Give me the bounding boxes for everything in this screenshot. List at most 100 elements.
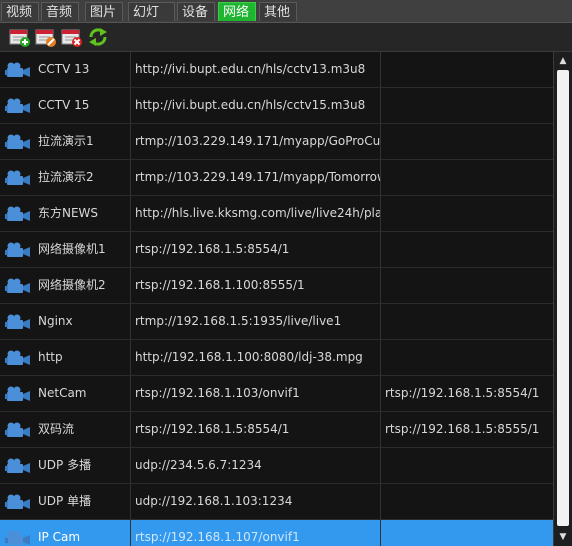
scroll-down-arrow-icon[interactable]: ▼ (556, 530, 570, 544)
tab-bar: 视频 音频 图片 幻灯片 设备 网络 其他 (0, 0, 572, 39)
stream-url: http://192.168.1.100:8080/ldj-38.mpg (130, 340, 380, 375)
table-row[interactable]: Nginx rtmp://192.168.1.5:1935/live/live1 (0, 304, 553, 340)
stream-url: rtsp://192.168.1.100:8555/1 (130, 268, 380, 303)
edit-stream-icon (35, 29, 56, 47)
add-stream-icon (9, 29, 30, 47)
camera-icon (5, 530, 30, 545)
table-row[interactable]: 网络摄像机2 rtsp://192.168.1.100:8555/1 (0, 268, 553, 304)
tab-video[interactable]: 视频 (1, 2, 39, 21)
stream-name: 网络摄像机2 (38, 278, 106, 292)
row-icon-cell (0, 160, 34, 195)
table-row[interactable]: 拉流演示2 rtmp://103.229.149.171/myapp/Tomorr… (0, 160, 553, 196)
table-row[interactable]: UDP 多播 udp://234.5.6.7:1234 (0, 448, 553, 484)
camera-icon (5, 494, 30, 509)
table-row[interactable]: 双码流 rtsp://192.168.1.5:8554/1 rtsp://192.1… (0, 412, 553, 448)
stream-url: rtmp://192.168.1.5:1935/live/live1 (130, 304, 380, 339)
stream-name: UDP 多播 (38, 458, 92, 472)
edit-stream-button[interactable] (35, 27, 57, 47)
table-row[interactable]: IP Cam rtsp://192.168.1.107/onvif1 (0, 520, 553, 546)
row-icon-cell (0, 304, 34, 339)
row-icon-cell (0, 88, 34, 123)
table-row[interactable]: CCTV 15 http://ivi.bupt.edu.cn/hls/cctv15… (0, 88, 553, 124)
row-icon-cell (0, 268, 34, 303)
table-row[interactable]: CCTV 13 http://ivi.bupt.edu.cn/hls/cctv13… (0, 52, 553, 88)
stream-sub-url (380, 124, 553, 159)
scrollbar-thumb[interactable] (557, 70, 569, 526)
camera-icon (5, 314, 30, 329)
stream-sub-url (380, 232, 553, 267)
table-row[interactable]: http http://192.168.1.100:8080/ldj-38.mpg (0, 340, 553, 376)
table-row[interactable]: UDP 单播 udp://192.168.1.103:1234 (0, 484, 553, 520)
stream-url: udp://192.168.1.103:1234 (130, 484, 380, 519)
stream-url: http://ivi.bupt.edu.cn/hls/cctv15.m3u8 (130, 88, 380, 123)
camera-icon (5, 170, 30, 185)
stream-sub-url (380, 268, 553, 303)
stream-url: udp://234.5.6.7:1234 (130, 448, 380, 483)
row-icon-cell (0, 412, 34, 447)
tab-slideshow[interactable]: 幻灯片 (128, 2, 175, 39)
tab-picture[interactable]: 图片 (85, 2, 123, 21)
refresh-icon (89, 28, 107, 46)
stream-sub-url (380, 52, 553, 87)
stream-name: UDP 单播 (38, 494, 92, 508)
stream-sub-url (380, 484, 553, 519)
camera-icon (5, 350, 30, 365)
row-icon-cell (0, 520, 34, 546)
stream-sub-url (380, 520, 553, 546)
stream-name: Nginx (38, 314, 73, 328)
row-icon-cell (0, 448, 34, 483)
stream-sub-url (380, 340, 553, 375)
toolbar (0, 23, 572, 52)
row-icon-cell (0, 484, 34, 519)
stream-sub-url (380, 88, 553, 123)
stream-name: http (38, 350, 63, 364)
stream-sub-url: rtsp://192.168.1.5:8554/1 (380, 376, 553, 411)
delete-stream-button[interactable] (61, 27, 83, 47)
table-row[interactable]: 网络摄像机1 rtsp://192.168.1.5:8554/1 (0, 232, 553, 268)
camera-icon (5, 458, 30, 473)
stream-url: rtmp://103.229.149.171/myapp/Tomorrowla (130, 160, 380, 195)
camera-icon (5, 422, 30, 437)
camera-icon (5, 386, 30, 401)
table-row[interactable]: NetCam rtsp://192.168.1.103/onvif1 rtsp://… (0, 376, 553, 412)
scroll-up-arrow-icon[interactable]: ▲ (556, 54, 570, 68)
stream-sub-url (380, 304, 553, 339)
stream-url: http://ivi.bupt.edu.cn/hls/cctv13.m3u8 (130, 52, 380, 87)
stream-url: rtsp://192.168.1.5:8554/1 (130, 412, 380, 447)
stream-url: rtmp://103.229.149.171/myapp/GoProCut (130, 124, 380, 159)
stream-name: CCTV 15 (38, 98, 90, 112)
stream-name: NetCam (38, 386, 87, 400)
table-row[interactable]: 东方NEWS http://hls.live.kksmg.com/live/liv… (0, 196, 553, 232)
stream-name: 双码流 (38, 422, 75, 436)
stream-url: rtsp://192.168.1.5:8554/1 (130, 232, 380, 267)
tab-other[interactable]: 其他 (259, 2, 297, 21)
camera-icon (5, 98, 30, 113)
stream-table: CCTV 13 http://ivi.bupt.edu.cn/hls/cctv13… (0, 52, 553, 546)
camera-icon (5, 242, 30, 257)
stream-name: CCTV 13 (38, 62, 90, 76)
stream-sub-url (380, 196, 553, 231)
stream-url: rtsp://192.168.1.107/onvif1 (130, 520, 380, 546)
refresh-button[interactable] (87, 27, 109, 47)
stream-sub-url: rtsp://192.168.1.5:8555/1 (380, 412, 553, 447)
stream-url: http://hls.live.kksmg.com/live/live24h/p… (130, 196, 380, 231)
delete-stream-icon (61, 29, 82, 47)
tab-device[interactable]: 设备 (177, 2, 215, 21)
tab-network[interactable]: 网络 (218, 2, 256, 21)
stream-name: IP Cam (38, 530, 81, 544)
camera-icon (5, 62, 30, 77)
table-row[interactable]: 拉流演示1 rtmp://103.229.149.171/myapp/GoProC… (0, 124, 553, 160)
stream-name: 网络摄像机1 (38, 242, 106, 256)
row-icon-cell (0, 340, 34, 375)
tab-audio[interactable]: 音频 (41, 2, 79, 21)
stream-sub-url (380, 448, 553, 483)
stream-sub-url (380, 160, 553, 195)
stream-name: 拉流演示2 (38, 170, 94, 184)
row-icon-cell (0, 124, 34, 159)
row-icon-cell (0, 52, 34, 87)
add-stream-button[interactable] (9, 27, 31, 47)
stream-url: rtsp://192.168.1.103/onvif1 (130, 376, 380, 411)
camera-icon (5, 278, 30, 293)
stream-name: 东方NEWS (38, 206, 99, 220)
vertical-scrollbar[interactable]: ▲ ▼ (553, 52, 572, 546)
